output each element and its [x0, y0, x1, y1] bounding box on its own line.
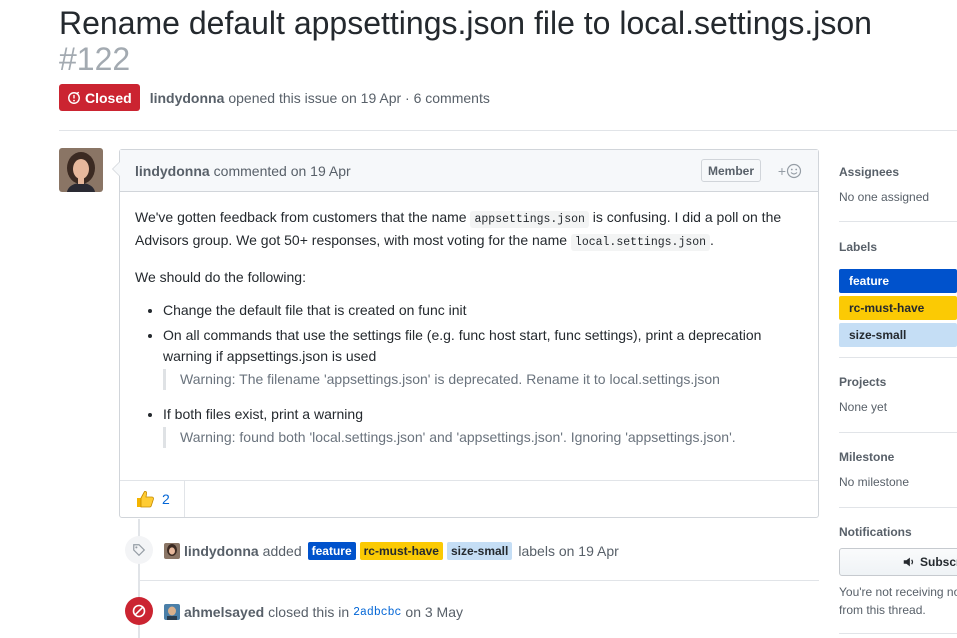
subscribe-label: Subscr	[920, 555, 957, 569]
subscribe-button[interactable]: Subscr	[839, 548, 957, 576]
issue-meta: Closed lindydonna opened this issue on 1…	[59, 84, 490, 111]
avatar[interactable]	[164, 604, 180, 620]
event-user-link[interactable]: ahmelsayed	[184, 604, 264, 620]
comment-body: We've gotten feedback from customers tha…	[120, 192, 818, 467]
closed-event: ahmelsayed closed this in 2adbcbc on 3 M…	[164, 602, 463, 622]
blockquote: Warning: The filename 'appsettings.json'…	[163, 369, 803, 390]
header-divider	[59, 130, 957, 131]
plus-glyph: +	[777, 163, 786, 179]
label-rc-must-have[interactable]: rc-must-have	[359, 542, 443, 560]
assignees-value: No one assigned	[839, 190, 930, 204]
sidebar-milestone: Milestone No milestone	[839, 449, 957, 489]
inline-code-appsettings: appsettings.json	[470, 211, 589, 228]
list-item-text: On all commands that use the settings fi…	[163, 327, 762, 364]
tag-icon	[133, 544, 146, 557]
paragraph-todo: We should do the following:	[135, 269, 306, 285]
projects-heading[interactable]: Projects	[839, 374, 957, 390]
sidebar-label-rc-must-have[interactable]: rc-must-have	[839, 296, 957, 320]
sidebar-divider	[839, 432, 957, 433]
notification-status-text: You're not receiving no from this thread…	[839, 585, 957, 617]
list-item-text: If both files exist, print a warning	[163, 406, 363, 422]
notifications-heading: Notifications	[839, 525, 912, 539]
issue-title: Rename default appsettings.json file to …	[59, 5, 872, 41]
sidebar-divider	[839, 357, 957, 358]
member-badge: Member	[700, 159, 761, 182]
milestone-heading[interactable]: Milestone	[839, 449, 957, 465]
timeline-divider	[138, 580, 819, 581]
thumbs-up-icon	[137, 490, 154, 508]
sidebar-divider	[839, 507, 957, 508]
inline-code-local-settings: local.settings.json	[570, 234, 711, 251]
commit-link[interactable]: 2adbcbc	[353, 606, 401, 619]
labels-heading[interactable]: Labels	[839, 239, 957, 255]
sidebar-projects: Projects None yet	[839, 374, 957, 414]
circle-slash-icon	[132, 604, 146, 618]
smiley-icon	[786, 163, 802, 179]
event-verb: added	[262, 543, 302, 559]
intro-text-a: We've gotten feedback from customers tha…	[135, 209, 471, 225]
comment-box: lindydonna commented on 19 Apr Member + …	[112, 149, 819, 518]
sidebar-assignees: Assignees No one assigned	[839, 164, 957, 204]
comment-timestamp[interactable]: commented on 19 Apr	[214, 163, 351, 179]
event-verb: closed this in	[268, 604, 350, 620]
speaker-icon	[903, 557, 914, 567]
sidebar-label-feature[interactable]: feature	[839, 269, 957, 293]
issue-author-link[interactable]: lindydonna	[150, 90, 225, 106]
assignees-heading[interactable]: Assignees	[839, 164, 957, 180]
list-item-text: Change the default file that is created …	[163, 302, 467, 318]
milestone-value: No milestone	[839, 475, 910, 489]
comment-author-link[interactable]: lindydonna	[135, 163, 210, 179]
issue-meta-text: opened this issue on 19 Apr · 6 comments	[228, 89, 490, 106]
label-feature[interactable]: feature	[307, 542, 356, 560]
list-item: Change the default file that is created …	[163, 300, 803, 321]
sidebar-label-size-small[interactable]: size-small	[839, 323, 957, 347]
closed-event-badge	[125, 597, 153, 625]
list-item: On all commands that use the settings fi…	[163, 325, 803, 390]
label-list: feature rc-must-have size-small	[839, 269, 957, 347]
paragraph-intro: We've gotten feedback from customers tha…	[135, 207, 803, 253]
reactions-bar: 2	[120, 480, 818, 517]
label-size-small[interactable]: size-small	[446, 542, 513, 560]
sidebar-divider	[839, 633, 957, 634]
event-user-link[interactable]: lindydonna	[184, 543, 259, 559]
add-reaction-button[interactable]: +	[778, 163, 802, 179]
projects-value: None yet	[839, 400, 888, 414]
issue-number: #122	[59, 41, 131, 77]
user-avatar-image	[59, 148, 103, 192]
blockquote: Warning: found both 'local.settings.json…	[163, 427, 803, 448]
avatar[interactable]	[59, 148, 103, 192]
closed-state-badge: Closed	[59, 84, 140, 111]
intro-text-c: .	[710, 232, 714, 248]
avatar[interactable]	[164, 543, 180, 559]
sidebar-labels: Labels feature rc-must-have size-small	[839, 239, 957, 350]
sidebar-notifications: Notifications	[839, 524, 957, 540]
tag-event-badge	[125, 536, 153, 564]
labels-event: lindydonna added feature rc-must-have si…	[164, 541, 619, 561]
todo-list: Change the default file that is created …	[163, 300, 803, 448]
reaction-count: 2	[162, 491, 170, 507]
list-item: If both files exist, print a warning War…	[163, 404, 803, 448]
event-tail: on 3 May	[405, 604, 464, 620]
event-tail: labels on 19 Apr	[518, 543, 619, 559]
issue-closed-icon	[68, 91, 80, 104]
thumbs-up-reaction[interactable]: 2	[120, 481, 185, 517]
state-label: Closed	[85, 89, 132, 106]
sidebar-divider	[839, 221, 957, 222]
